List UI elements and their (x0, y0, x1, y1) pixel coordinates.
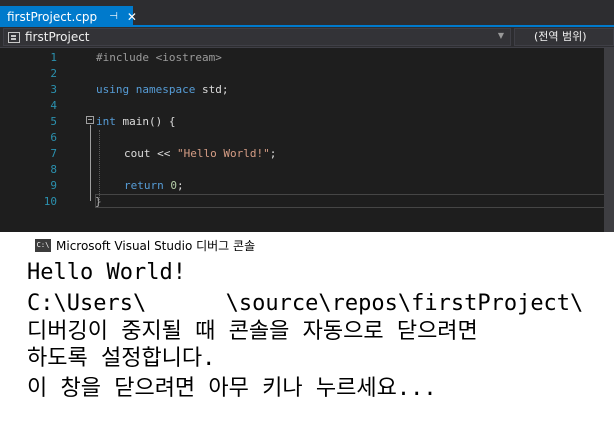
console-line: 하도록 설정합니다. (27, 346, 216, 371)
close-icon[interactable]: ✕ (127, 10, 137, 24)
fold-region-line (90, 125, 91, 201)
current-line-highlight (95, 194, 614, 208)
project-name: firstProject (25, 30, 90, 44)
console-line: 디버깅이 중지될 때 콘솔을 자동으로 닫으려면 (27, 319, 478, 344)
console-app-icon: C:\ (35, 238, 51, 252)
code-line: 9 return 0; (0, 178, 614, 194)
tab-firstproject-cpp[interactable]: firstProject.cpp ⊣ ✕ (0, 6, 137, 27)
console-line: C:\Users\ \source\repos\firstProject\ (27, 291, 584, 316)
line-number: 6 (50, 131, 57, 144)
console-title: Microsoft Visual Studio 디버그 콘솔 (56, 238, 256, 253)
line-number: 5 (50, 115, 57, 128)
vertical-scrollbar[interactable] (604, 48, 614, 232)
code-line: 1 #include <iostream> (0, 50, 614, 66)
line-number: 2 (50, 67, 57, 80)
navigation-bar: firstProject ▼ (전역 범위) (0, 27, 614, 48)
console-line: Hello World! (27, 260, 186, 285)
pin-icon[interactable]: ⊣ (109, 11, 118, 22)
code-line: 6 (0, 130, 614, 146)
code-line: 7 cout << "Hello World!"; (0, 146, 614, 162)
scope-dropdown[interactable]: (전역 범위) (514, 28, 614, 46)
console-output[interactable]: Hello World! C:\Users\ \source\repos\fir… (0, 258, 614, 434)
collapse-toggle-icon[interactable] (86, 116, 94, 124)
line-number: 8 (50, 163, 57, 176)
code-text: cout << "Hello World!"; (124, 147, 277, 160)
code-text: return 0; (124, 179, 184, 192)
line-number: 9 (50, 179, 57, 192)
line-number: 3 (50, 83, 57, 96)
console-line: 이 창을 닫으려면 아무 키나 누르세요... (27, 376, 437, 401)
line-number: 4 (50, 99, 57, 112)
line-number: 7 (50, 147, 57, 160)
code-line: 3 using namespace std; (0, 82, 614, 98)
tab-title: firstProject.cpp (7, 9, 98, 24)
code-text: int main() { (96, 115, 176, 128)
console-titlebar[interactable]: C:\ Microsoft Visual Studio 디버그 콘솔 (0, 232, 614, 258)
code-line: 8 (0, 162, 614, 178)
code-text: #include <iostream> (96, 51, 222, 64)
chevron-down-icon: ▼ (497, 31, 504, 40)
line-number: 1 (50, 51, 57, 64)
indent-guide (99, 130, 100, 202)
code-text: using namespace std; (96, 83, 229, 96)
code-line: 4 (0, 98, 614, 114)
project-icon (8, 31, 20, 43)
project-dropdown[interactable]: firstProject ▼ (3, 28, 511, 46)
code-line: 2 (0, 66, 614, 82)
line-number: 10 (43, 195, 57, 208)
